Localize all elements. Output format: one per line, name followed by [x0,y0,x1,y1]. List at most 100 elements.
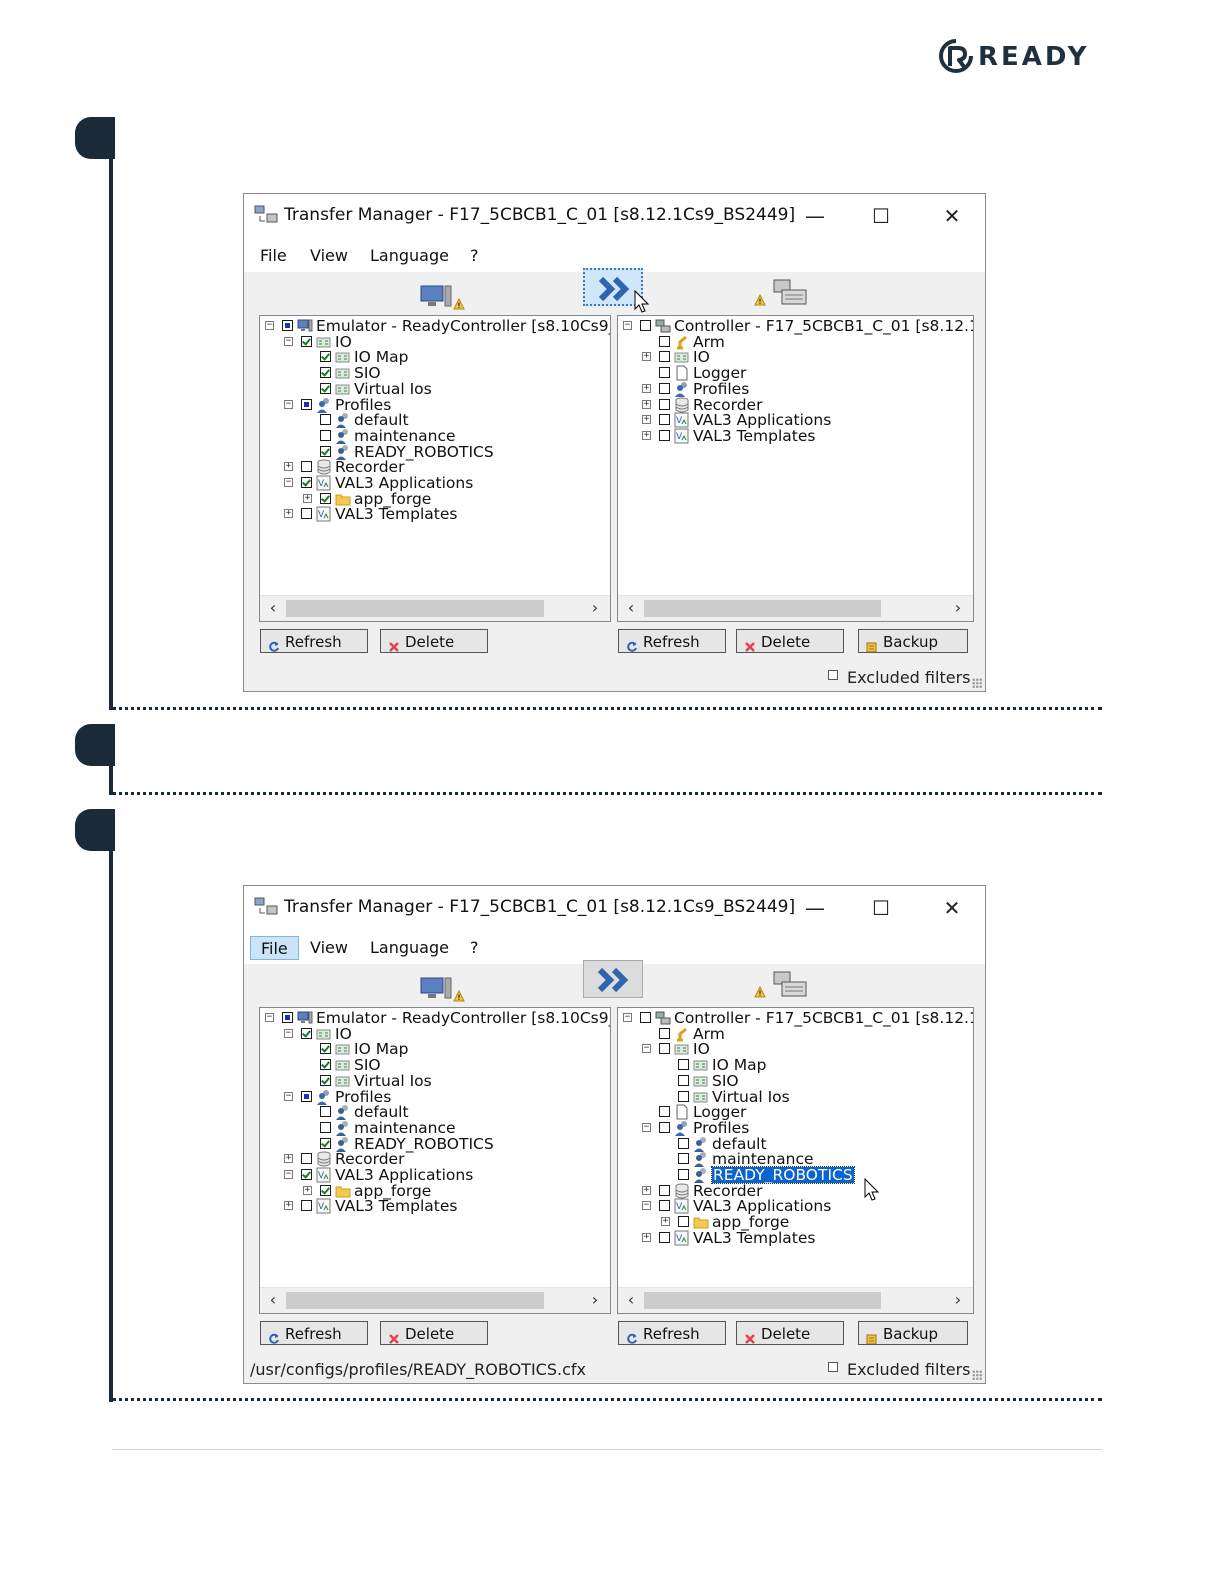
close-button[interactable]: ✕ [929,892,975,924]
menu-language[interactable]: Language [360,936,459,960]
tree-node-checkbox[interactable] [301,1169,312,1180]
tree-node-label[interactable]: IO [693,349,710,365]
tree-node-checkbox[interactable] [659,1184,670,1196]
expand-icon[interactable]: + [642,1232,651,1242]
tree-node-checkbox[interactable] [659,1200,670,1212]
right-delete-button[interactable]: Delete [736,1321,844,1345]
tree-node-label[interactable]: VAL3 Applications [693,412,831,428]
tree-node-label[interactable]: VAL3 Templates [693,1230,815,1246]
tree-node-label[interactable]: Virtual Ios [354,1073,432,1089]
tree-node-label[interactable]: VAL3 Templates [335,506,457,522]
scrollbar-thumb[interactable] [286,600,544,617]
tree-node-checkbox[interactable] [678,1137,689,1149]
tree-node-checkbox[interactable] [678,1153,689,1165]
expand-icon[interactable]: + [661,1217,670,1227]
collapse-icon[interactable]: − [642,1122,651,1132]
tree-node-checkbox[interactable] [659,429,670,441]
collapse-icon[interactable]: − [284,1170,293,1179]
expand-icon[interactable]: + [642,383,651,393]
expand-icon[interactable]: + [642,352,651,362]
tree-node-label[interactable]: Recorder [335,459,404,475]
tree-node-checkbox[interactable] [678,1090,689,1102]
collapse-icon[interactable]: − [642,1201,651,1211]
tree-node-label[interactable]: Profiles [693,381,749,397]
tree-node-label[interactable]: Profiles [335,1089,391,1105]
tree-node-label[interactable]: Logger [693,365,746,381]
scroll-left-icon[interactable]: ‹ [264,1291,282,1309]
scroll-right-icon[interactable]: › [586,1291,604,1309]
tree-node-checkbox[interactable] [678,1216,689,1228]
horizontal-scrollbar[interactable]: ‹ › [260,1287,610,1313]
tree-node-label[interactable]: SIO [354,365,381,381]
menu-file[interactable]: File [250,244,297,268]
collapse-icon[interactable]: − [642,1044,651,1054]
tree-node-checkbox[interactable] [659,351,670,363]
tree-node-checkbox[interactable] [282,1012,293,1023]
tree-node-label[interactable]: Arm [693,1026,725,1042]
tree-node-checkbox[interactable] [659,367,670,379]
tree-node-label[interactable]: Profiles [335,397,391,413]
menu-help[interactable]: ? [460,936,489,960]
tree-node-label[interactable]: Controller - F17_5CBCB1_C_01 [s8.12.1 [674,318,973,334]
tree-node-checkbox[interactable] [301,1200,312,1212]
tree-node-label[interactable]: Recorder [335,1151,404,1167]
tree-node-label[interactable]: IO Map [712,1057,766,1073]
collapse-icon[interactable]: − [284,478,293,487]
tree-node-label[interactable]: Recorder [693,1183,762,1199]
tree-node-label[interactable]: Emulator - ReadyController [s8.10Cs9_B [316,318,610,334]
excluded-filters-checkbox[interactable] [828,670,838,680]
right-refresh-button[interactable]: Refresh [618,1321,726,1345]
tree-node-checkbox[interactable] [301,1090,312,1102]
close-button[interactable]: ✕ [929,200,975,232]
tree-node-label[interactable]: VAL3 Templates [693,428,815,444]
tree-node-label[interactable]: default [354,412,409,428]
tree-node-checkbox[interactable] [320,1074,331,1086]
scroll-right-icon[interactable]: › [949,599,967,617]
expand-icon[interactable]: + [303,1185,312,1195]
tree-node-label[interactable]: app_forge [354,491,431,507]
right-delete-button[interactable]: Delete [736,629,844,653]
horizontal-scrollbar[interactable]: ‹ › [618,595,973,621]
transfer-button[interactable] [583,960,643,998]
tree-node-label[interactable]: default [712,1136,767,1152]
left-refresh-button[interactable]: Refresh [260,629,368,653]
tree-node-label[interactable]: Emulator - ReadyController [s8.10Cs9_B [316,1010,610,1026]
tree-node-checkbox[interactable] [320,1043,331,1055]
tree-node-label[interactable]: VAL3 Applications [335,1167,473,1183]
expand-icon[interactable]: + [642,1185,651,1195]
tree-node-label[interactable]: Arm [693,334,725,350]
expand-icon[interactable]: + [642,415,651,425]
tree-node-checkbox[interactable] [659,1121,670,1133]
tree-node-checkbox[interactable] [320,382,331,394]
collapse-icon[interactable]: − [623,321,632,330]
left-delete-button[interactable]: Delete [380,1321,488,1345]
expand-icon[interactable]: + [284,509,293,519]
tree-node-label[interactable]: VAL3 Applications [335,475,473,491]
tree-node-checkbox[interactable] [320,1106,331,1118]
expand-icon[interactable]: + [284,462,293,472]
tree-node-label[interactable]: maintenance [354,428,456,444]
tree-node-label[interactable]: VAL3 Templates [335,1198,457,1214]
minimize-button[interactable]: — [792,892,838,924]
tree-node-label[interactable]: READY_ROBOTICS [354,1136,494,1152]
tree-node-checkbox[interactable] [320,1059,331,1071]
resize-grip[interactable] [972,678,982,688]
scroll-right-icon[interactable]: › [586,599,604,617]
tree-node-checkbox[interactable] [320,429,331,441]
tree-node-checkbox[interactable] [320,351,331,363]
tree-node-checkbox[interactable] [659,1106,670,1118]
collapse-icon[interactable]: − [265,1013,274,1022]
tree-node-checkbox[interactable] [301,398,312,410]
tree-node-checkbox[interactable] [640,320,651,331]
maximize-button[interactable]: ☐ [858,200,904,232]
menu-help[interactable]: ? [460,244,489,268]
backup-button[interactable]: Backup [858,629,968,653]
tree-node-label[interactable]: VAL3 Applications [693,1198,831,1214]
tree-node-checkbox[interactable] [320,367,331,379]
collapse-icon[interactable]: − [623,1013,632,1022]
tree-node-label[interactable]: Controller - F17_5CBCB1_C_01 [s8.12.1 [674,1010,973,1026]
scrollbar-thumb[interactable] [644,1292,881,1309]
tree-node-checkbox[interactable] [659,1043,670,1055]
tree-node-checkbox[interactable] [640,1012,651,1023]
tree-node-checkbox[interactable] [301,461,312,473]
